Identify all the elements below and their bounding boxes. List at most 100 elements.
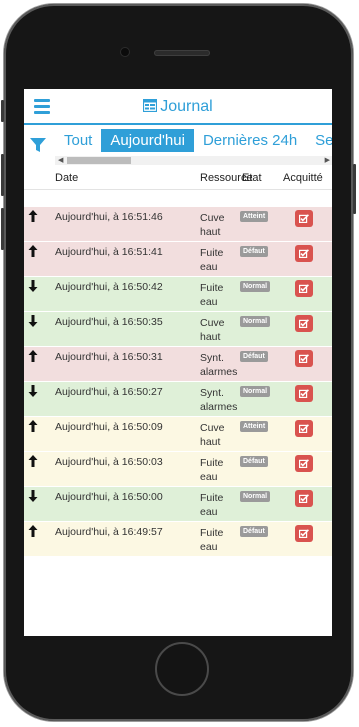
row-date: Aujourd'hui, à 16:50:27 (55, 386, 163, 398)
row-date: Aujourd'hui, à 16:49:57 (55, 526, 163, 538)
row-date: Aujourd'hui, à 16:51:46 (55, 211, 163, 223)
row-resource-line: haut (200, 226, 221, 238)
arrow-up-icon (28, 210, 38, 222)
row-date: Aujourd'hui, à 16:50:09 (55, 421, 163, 433)
tab-semaine[interactable]: Se (306, 129, 332, 152)
app-screen: Journal Tout Aujourd'hui Dernières 24h Se ◀… (24, 89, 332, 636)
row-date: Aujourd'hui, à 16:50:35 (55, 316, 163, 328)
volume-down-button (1, 208, 4, 250)
status-badge: Défaut (240, 246, 268, 257)
row-date: Aujourd'hui, à 16:50:31 (55, 351, 163, 363)
status-badge: Défaut (240, 456, 268, 467)
acknowledge-button[interactable] (295, 245, 313, 262)
row-resource: Cuve haut (200, 421, 225, 449)
table-row[interactable]: Aujourd'hui, à 16:50:27 Synt. alarmes Norma… (24, 382, 332, 417)
status-badge: Normal (240, 386, 271, 397)
tab-aujourdhui[interactable]: Aujourd'hui (101, 129, 194, 152)
status-badge: Normal (240, 316, 271, 327)
table-row[interactable]: Aujourd'hui, à 16:50:03 Fuite eau Défaut (24, 452, 332, 487)
horizontal-scrollbar[interactable]: ◀ ▶ (55, 156, 332, 165)
acknowledge-button[interactable] (295, 315, 313, 332)
scroll-left-arrow-icon[interactable]: ◀ (58, 156, 63, 165)
arrow-down-icon (28, 490, 38, 502)
filter-icon[interactable] (30, 138, 46, 152)
acknowledge-button[interactable] (295, 455, 313, 472)
status-badge: Atteint (240, 211, 269, 222)
row-date: Aujourd'hui, à 16:50:00 (55, 491, 163, 503)
column-header-state[interactable]: Etat (242, 172, 262, 184)
power-button (353, 164, 356, 214)
scrollbar-thumb[interactable] (67, 157, 131, 164)
table-row[interactable]: Aujourd'hui, à 16:50:09 Cuve haut Atteint (24, 417, 332, 452)
row-date: Aujourd'hui, à 16:51:41 (55, 246, 163, 258)
app-header: Journal (24, 89, 332, 125)
table-row[interactable]: Aujourd'hui, à 16:51:41 Fuite eau Défaut (24, 242, 332, 277)
acknowledge-button[interactable] (295, 210, 313, 227)
arrow-up-icon (28, 455, 38, 467)
table-row[interactable]: Aujourd'hui, à 16:51:46 Cuve haut Atteint (24, 207, 332, 242)
row-resource-line: Synt. (200, 387, 224, 399)
arrow-up-icon (28, 245, 38, 257)
table-row[interactable]: Aujourd'hui, à 16:50:42 Fuite eau Normal (24, 277, 332, 312)
tab-dernieres-24h[interactable]: Dernières 24h (194, 129, 306, 152)
table-row[interactable]: Aujourd'hui, à 16:49:57 Fuite eau Défaut (24, 522, 332, 557)
acknowledge-button[interactable] (295, 490, 313, 507)
page-title: Journal (24, 98, 332, 116)
row-resource-line: Fuite (200, 492, 224, 504)
column-header-ack[interactable]: Acquitté (283, 172, 323, 184)
row-resource-line: Fuite (200, 527, 224, 539)
scroll-right-arrow-icon[interactable]: ▶ (325, 156, 330, 165)
row-resource-line: Fuite (200, 282, 224, 294)
row-resource-line: Cuve (200, 422, 225, 434)
row-resource: Fuite eau (200, 246, 223, 274)
row-resource-line: Fuite (200, 247, 224, 259)
mute-switch (1, 100, 4, 122)
table-row[interactable]: Aujourd'hui, à 16:50:35 Cuve haut Normal (24, 312, 332, 347)
acknowledge-button[interactable] (295, 420, 313, 437)
row-resource: Cuve haut (200, 316, 225, 344)
acknowledge-button[interactable] (295, 385, 313, 402)
acknowledge-button[interactable] (295, 280, 313, 297)
journal-table-body: Aujourd'hui, à 16:51:46 Cuve haut Atteint Au… (24, 207, 332, 557)
arrow-up-icon (28, 350, 38, 362)
row-resource-line: haut (200, 436, 221, 448)
arrow-up-icon (28, 420, 38, 432)
row-resource: Fuite eau (200, 526, 223, 554)
column-header-date[interactable]: Date (55, 172, 78, 184)
row-date: Aujourd'hui, à 16:50:03 (55, 456, 163, 468)
row-resource: Fuite eau (200, 281, 223, 309)
row-resource: Fuite eau (200, 456, 223, 484)
row-resource-line: Synt. (200, 352, 224, 364)
arrow-up-icon (28, 525, 38, 537)
row-resource-line: eau (200, 541, 218, 553)
row-resource-line: Cuve (200, 317, 225, 329)
row-resource-line: alarmes (200, 366, 238, 378)
status-badge: Défaut (240, 526, 268, 537)
table-header: Date Ressource Etat Acquitté (24, 167, 332, 190)
acknowledge-button[interactable] (295, 525, 313, 542)
row-date: Aujourd'hui, à 16:50:42 (55, 281, 163, 293)
table-row[interactable]: Aujourd'hui, à 16:50:31 Synt. alarmes Défau… (24, 347, 332, 382)
volume-up-button (1, 154, 4, 196)
status-badge: Défaut (240, 351, 268, 362)
tab-tout[interactable]: Tout (55, 129, 101, 152)
row-resource: Fuite eau (200, 491, 223, 519)
home-button[interactable] (155, 642, 209, 696)
front-camera (121, 48, 129, 56)
tab-list: Tout Aujourd'hui Dernières 24h Se (55, 129, 332, 152)
row-resource-line: Cuve (200, 212, 225, 224)
row-resource: Synt. alarmes (200, 351, 237, 379)
status-badge: Atteint (240, 421, 269, 432)
arrow-down-icon (28, 280, 38, 292)
tab-bar: Tout Aujourd'hui Dernières 24h Se ◀ ▶ (24, 127, 332, 165)
table-row[interactable]: Aujourd'hui, à 16:50:00 Fuite eau Normal (24, 487, 332, 522)
row-resource-line: eau (200, 471, 218, 483)
row-resource-line: alarmes (200, 401, 238, 413)
row-resource-line: eau (200, 506, 218, 518)
arrow-down-icon (28, 315, 38, 327)
row-resource: Synt. alarmes (200, 386, 237, 414)
row-resource-line: eau (200, 296, 218, 308)
acknowledge-button[interactable] (295, 350, 313, 367)
page-title-text: Journal (160, 98, 213, 115)
row-resource: Cuve haut (200, 211, 225, 239)
